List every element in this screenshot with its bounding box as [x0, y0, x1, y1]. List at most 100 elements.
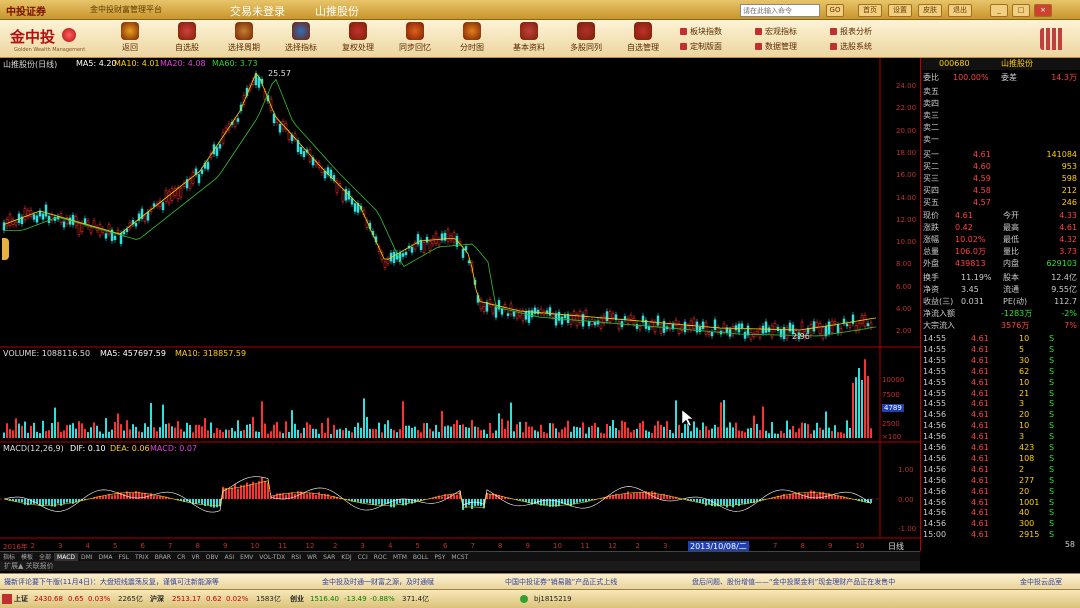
- volume-bar: [732, 427, 734, 438]
- news-item[interactable]: 金中投及时通一财富之源，及时通赋: [322, 574, 434, 590]
- chart-area[interactable]: 山推股份(日线) MA5: 4.20 MA10: 4.01 MA20: 4.08…: [0, 58, 920, 552]
- platform-subtitle: 金中投财富管理平台: [90, 5, 162, 14]
- weibi-row: 委比 100.00% 委差 14.3万: [923, 73, 1077, 82]
- candle-body: [278, 123, 282, 133]
- buy-row: 买四 4.58 212: [923, 186, 1077, 195]
- candle-body: [302, 151, 306, 158]
- sell-row: 卖一: [923, 135, 939, 144]
- volume-bar: [486, 433, 488, 438]
- macd-bar: [816, 494, 818, 499]
- volume-bar: [729, 422, 731, 438]
- tool-icon: [520, 22, 538, 40]
- macd-bar: [579, 499, 581, 502]
- macd-bar: [468, 499, 470, 506]
- volume-bar: [474, 426, 476, 438]
- tool-button-9[interactable]: 自选管理: [621, 22, 665, 53]
- market-icon: [2, 594, 12, 604]
- left-expand-handle[interactable]: [2, 238, 9, 260]
- home-button[interactable]: 首页: [858, 4, 882, 17]
- link-sector-index[interactable]: 板块指数: [680, 26, 722, 37]
- maximize-button[interactable]: □: [1012, 4, 1030, 17]
- close-button[interactable]: ×: [1034, 4, 1052, 17]
- minimize-button[interactable]: _: [990, 4, 1008, 17]
- tool-button-3[interactable]: 选择指标: [279, 22, 323, 53]
- brand-subtitle: Golden Wealth Management: [14, 47, 86, 53]
- tool-button-1[interactable]: 自选股: [165, 22, 209, 53]
- macd-bar: [807, 492, 809, 499]
- news-item[interactable]: 金中投云品室: [1020, 574, 1062, 590]
- candle-body: [536, 309, 540, 315]
- news-item[interactable]: 中国中投证券“销易融”产品正式上线: [505, 574, 617, 590]
- volume-bar: [819, 427, 821, 438]
- volume-bar: [453, 423, 455, 438]
- trade-login-status[interactable]: 交易未登录: [230, 3, 285, 19]
- fundamental-row: 净资 3.45 流通 9.55亿: [923, 285, 1077, 294]
- tool-icon: [121, 22, 139, 40]
- volume-bar: [672, 433, 674, 438]
- link-stock-screener[interactable]: 选股系统: [830, 41, 872, 52]
- volume-bar: [12, 430, 14, 438]
- candle-body: [353, 203, 357, 212]
- volume-bar: [702, 422, 704, 438]
- volume-bar: [870, 428, 872, 438]
- command-search-input[interactable]: [740, 4, 820, 17]
- news-item[interactable]: 撮新评论要下午版(11月4日)：大盘短线震荡反复，谨慎可注新能源等: [4, 574, 219, 590]
- volume-bar: [18, 423, 20, 438]
- toolbox-icon[interactable]: [1040, 28, 1064, 50]
- volume-bar: [762, 406, 764, 438]
- volume-bar: [264, 423, 266, 438]
- tool-icon: [292, 22, 310, 40]
- candle-body: [767, 327, 771, 332]
- tool-button-6[interactable]: 分时图: [450, 22, 494, 53]
- price-tick: 10.00: [896, 238, 917, 247]
- volume-bar: [66, 425, 68, 438]
- macd-bar: [456, 494, 458, 499]
- volume-bar: [399, 429, 401, 438]
- volume-bar: [336, 429, 338, 438]
- link-macro-indicators[interactable]: 宏观指标: [755, 26, 797, 37]
- volume-bar: [834, 425, 836, 438]
- volume-bar: [252, 416, 254, 438]
- tool-button-0[interactable]: 返回: [108, 22, 152, 53]
- tool-button-8[interactable]: 多股同列: [564, 22, 608, 53]
- candle-body: [842, 318, 846, 324]
- skin-button[interactable]: 皮肤: [918, 4, 942, 17]
- candle-body: [605, 311, 609, 322]
- exit-button[interactable]: 退出: [948, 4, 972, 17]
- news-item[interactable]: 盘后问题、股份增值——“金中投聚金利”现金理财产品正在发售中: [692, 574, 895, 590]
- link-data-management[interactable]: 数据管理: [755, 41, 797, 52]
- candle-body: [146, 211, 150, 221]
- go-button[interactable]: GO: [826, 4, 844, 17]
- volume-bar: [504, 428, 506, 438]
- candle-body: [632, 317, 636, 325]
- volume-bar: [303, 427, 305, 438]
- tool-button-7[interactable]: 基本资料: [507, 22, 551, 53]
- volume-bar: [318, 433, 320, 438]
- settings-button[interactable]: 设置: [888, 4, 912, 17]
- tool-button-5[interactable]: 同步回忆: [393, 22, 437, 53]
- candle-body: [821, 327, 825, 339]
- volume-bar: [600, 432, 602, 438]
- volume-bar: [387, 420, 389, 438]
- volume-bar: [645, 430, 647, 438]
- candle-body: [113, 235, 117, 240]
- link-custom-layout[interactable]: 定制版面: [680, 41, 722, 52]
- volume-bar: [642, 420, 644, 438]
- time-tick: 10: [855, 542, 865, 550]
- macd-bar: [471, 499, 473, 509]
- ma20-label: MA20: 4.08: [160, 59, 206, 68]
- tool-button-4[interactable]: 复权处理: [336, 22, 380, 53]
- tool-button-2[interactable]: 选择周期: [222, 22, 266, 53]
- volume-bar: [195, 424, 197, 438]
- candle-body: [554, 313, 558, 326]
- candle-body: [446, 229, 450, 242]
- tool-icon: [463, 22, 481, 40]
- expand-bar[interactable]: 扩展▲ 关联报价: [0, 561, 920, 571]
- link-report-analysis[interactable]: 报表分析: [830, 26, 872, 37]
- volume-bar: [384, 424, 386, 438]
- kline-chart-svg[interactable]: [0, 58, 920, 551]
- macd-bar: [132, 492, 134, 499]
- volume-bar: [327, 417, 329, 438]
- ma5-label: MA5: 4.20: [76, 59, 117, 68]
- volume-bar: [780, 430, 782, 438]
